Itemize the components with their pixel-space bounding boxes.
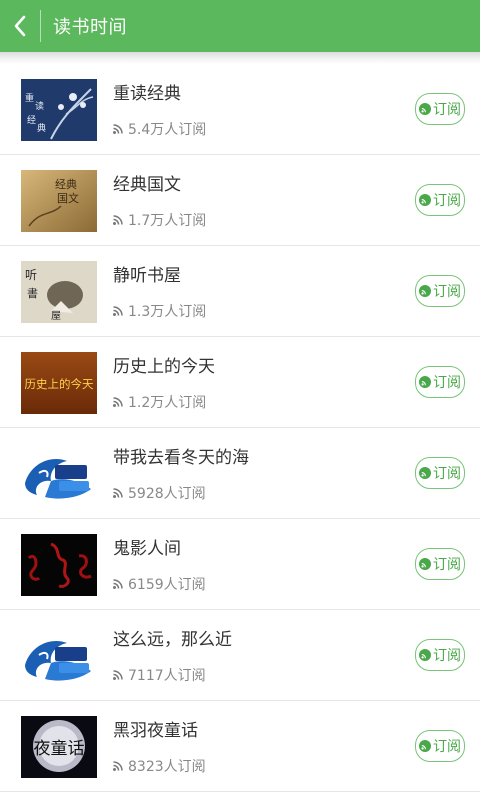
list-item[interactable]: 重 读 经 典 重读经典 5.4万人订阅 订阅 xyxy=(0,64,480,155)
subscribe-icon xyxy=(419,376,431,388)
channel-thumbnail: 听 書 屋 xyxy=(21,261,97,323)
thumbnail-title: 夜童话 xyxy=(34,739,85,759)
channel-list: 重 读 经 典 重读经典 5.4万人订阅 订阅 经典 国文 经典国文 1.7万人… xyxy=(0,64,480,792)
subscribe-icon xyxy=(419,467,431,479)
channel-thumbnail: 重 读 经 典 xyxy=(21,79,97,141)
rss-icon xyxy=(113,761,123,771)
subscribe-button[interactable]: 订阅 xyxy=(415,730,465,762)
list-item[interactable]: 历史上的今天 历史上的今天 1.2万人订阅 订阅 xyxy=(0,337,480,428)
subscribe-button[interactable]: 订阅 xyxy=(415,548,465,580)
header-shadow xyxy=(0,52,480,64)
rss-icon xyxy=(113,488,123,498)
channel-thumbnail xyxy=(21,625,97,687)
chevron-left-icon xyxy=(14,15,26,37)
rss-icon xyxy=(113,579,123,589)
channel-thumbnail xyxy=(21,534,97,596)
rss-icon xyxy=(113,306,123,316)
subscribe-icon xyxy=(419,558,431,570)
list-item[interactable]: 带我去看冬天的海 5928人订阅 订阅 xyxy=(0,428,480,519)
svg-text:典: 典 xyxy=(37,122,46,134)
subscribe-icon xyxy=(419,194,431,206)
channel-thumbnail: 经典 国文 xyxy=(21,170,97,232)
subscribe-button[interactable]: 订阅 xyxy=(415,184,465,216)
channel-thumbnail: 夜童话 xyxy=(21,716,97,778)
subscribe-button[interactable]: 订阅 xyxy=(415,639,465,671)
subscribe-icon xyxy=(419,285,431,297)
subscriber-count: 1.7万人订阅 xyxy=(113,210,206,230)
channel-name: 静听书屋 xyxy=(113,266,181,286)
channel-name: 带我去看冬天的海 xyxy=(113,448,249,468)
list-item[interactable]: 经典 国文 经典国文 1.7万人订阅 订阅 xyxy=(0,155,480,246)
subscriber-count: 8323人订阅 xyxy=(113,756,206,776)
channel-name: 重读经典 xyxy=(113,84,181,104)
subscribe-button[interactable]: 订阅 xyxy=(415,275,465,307)
header-divider xyxy=(40,10,41,42)
channel-name: 鬼影人间 xyxy=(113,539,181,559)
subscribe-button[interactable]: 订阅 xyxy=(415,457,465,489)
svg-text:国文: 国文 xyxy=(57,191,79,205)
subscriber-count: 6159人订阅 xyxy=(113,574,206,594)
svg-text:書: 書 xyxy=(27,286,38,300)
rss-icon xyxy=(113,215,123,225)
subscriber-count: 5.4万人订阅 xyxy=(113,119,206,139)
channel-thumbnail: 历史上的今天 xyxy=(21,352,97,414)
subscribe-button[interactable]: 订阅 xyxy=(415,366,465,398)
subscriber-count: 1.2万人订阅 xyxy=(113,392,206,412)
list-item[interactable]: 听 書 屋 静听书屋 1.3万人订阅 订阅 xyxy=(0,246,480,337)
svg-text:听: 听 xyxy=(25,268,37,282)
svg-text:读: 读 xyxy=(35,100,44,112)
channel-name: 经典国文 xyxy=(113,175,181,195)
subscribe-icon xyxy=(419,649,431,661)
svg-text:经典: 经典 xyxy=(55,177,77,191)
svg-text:屋: 屋 xyxy=(51,310,61,322)
page-title: 读书时间 xyxy=(53,17,127,38)
list-item[interactable]: 鬼影人间 6159人订阅 订阅 xyxy=(0,519,480,610)
thumbnail-title: 历史上的今天 xyxy=(25,377,94,391)
svg-text:经: 经 xyxy=(27,114,36,126)
subscribe-button[interactable]: 订阅 xyxy=(415,93,465,125)
channel-name: 黑羽夜童话 xyxy=(113,721,198,741)
subscriber-count: 5928人订阅 xyxy=(113,483,206,503)
subscribe-icon xyxy=(419,740,431,752)
subscriber-count: 1.3万人订阅 xyxy=(113,301,206,321)
channel-name: 历史上的今天 xyxy=(113,357,215,377)
channel-name: 这么远，那么近 xyxy=(113,630,232,650)
app-header: 读书时间 xyxy=(0,0,480,52)
subscriber-count: 7117人订阅 xyxy=(113,665,206,685)
rss-icon xyxy=(113,397,123,407)
channel-thumbnail xyxy=(21,443,97,505)
rss-icon xyxy=(113,124,123,134)
rss-icon xyxy=(113,670,123,680)
list-item[interactable]: 这么远，那么近 7117人订阅 订阅 xyxy=(0,610,480,701)
back-button[interactable] xyxy=(0,0,40,52)
svg-text:重: 重 xyxy=(25,92,34,104)
list-item[interactable]: 夜童话 黑羽夜童话 8323人订阅 订阅 xyxy=(0,701,480,792)
subscribe-icon xyxy=(419,103,431,115)
